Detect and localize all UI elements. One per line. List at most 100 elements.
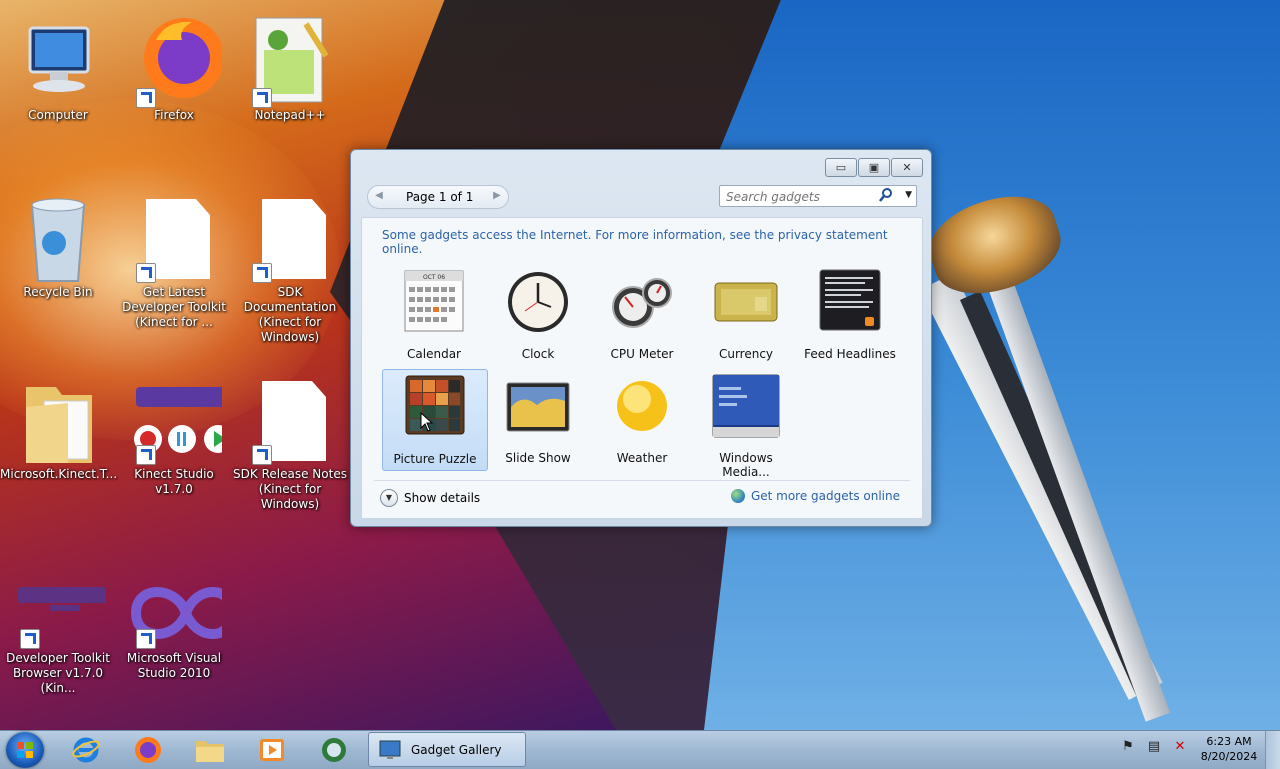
calendar-icon: OCT 06 xyxy=(404,270,464,332)
desktop-icon-sdk-release-notes[interactable]: SDK Release Notes (Kinect for Windows) xyxy=(232,377,348,512)
currency-icon xyxy=(714,282,778,322)
taskbar-pin-firefox[interactable] xyxy=(128,734,168,766)
next-page-icon[interactable]: ▶ xyxy=(490,189,504,203)
shortcut-arrow-icon xyxy=(136,88,156,108)
gadget-calendar[interactable]: OCT 06 Calendar xyxy=(382,265,486,365)
gadget-weather[interactable]: Weather xyxy=(590,369,694,469)
clock-time: 6:23 AM xyxy=(1206,735,1252,748)
recycle-bin-icon xyxy=(30,198,86,282)
desktop-icon-recycle-bin[interactable]: Recycle Bin xyxy=(0,195,116,300)
system-tray: ⚑ ▤ ✕ xyxy=(1120,739,1188,755)
search-options-dropdown-icon[interactable]: ▼ xyxy=(905,187,912,203)
search-box: ▼ xyxy=(719,185,917,207)
desktop-icon-label: Firefox xyxy=(154,108,194,122)
media-player-icon xyxy=(260,739,284,761)
taskbar-pin-internet-explorer[interactable] xyxy=(66,734,106,766)
desktop-icon-visual-studio[interactable]: Microsoft Visual Studio 2010 xyxy=(116,575,238,681)
page-navigator: ◀ Page 1 of 1 ▶ xyxy=(367,185,509,209)
shortcut-arrow-icon xyxy=(136,263,156,283)
show-details-toggle[interactable]: ▼ Show details xyxy=(380,489,480,507)
globe-icon xyxy=(730,489,745,503)
gadget-cpu-meter[interactable]: CPU Meter xyxy=(590,265,694,365)
desktop-icon-notepadpp[interactable]: Notepad++ xyxy=(232,10,348,123)
gadget-gallery-window[interactable]: ▭ ▣ ✕ ◀ Page 1 of 1 ▶ ▼ Some gadgets acc… xyxy=(350,149,932,527)
clock-date: 8/20/2024 xyxy=(1200,750,1258,763)
desktop-icon-label: Get Latest Developer Toolkit (Kinect for… xyxy=(122,285,226,329)
desktop-icon-label: SDK Documentation (Kinect for Windows) xyxy=(243,285,337,344)
desktop-icon-kinect-studio[interactable]: Kinect Studio v1.7.0 xyxy=(116,377,232,497)
desktop-icon-developer-toolkit-browser[interactable]: Developer Toolkit Browser v1.7.0 (Kin... xyxy=(0,575,118,696)
gadget-picture-puzzle[interactable]: Picture Puzzle xyxy=(382,369,488,471)
gadget-name: Feed Headlines xyxy=(804,347,896,361)
desktop-icon-label: Notepad++ xyxy=(254,108,326,122)
shortcut-arrow-icon xyxy=(136,445,156,465)
desktop-icon-label: Microsoft.Kinect.T... xyxy=(0,467,118,481)
show-desktop-button[interactable] xyxy=(1265,731,1280,769)
maximize-button[interactable]: ▣ xyxy=(858,158,890,177)
desktop-icon-label: Computer xyxy=(28,108,88,122)
gadget-name: Calendar xyxy=(407,347,461,361)
network-icon[interactable]: ▤ xyxy=(1146,739,1162,755)
gadget-name: Currency xyxy=(718,347,774,361)
gadget-name: Weather xyxy=(616,451,668,465)
search-icon[interactable] xyxy=(878,187,894,203)
get-more-gadgets-label: Get more gadgets online xyxy=(750,489,900,503)
get-more-gadgets-link[interactable]: Get more gadgets online xyxy=(730,489,900,503)
file-explorer-icon xyxy=(196,741,224,762)
gadget-feed-headlines[interactable]: Feed Headlines xyxy=(798,265,902,365)
gadget-list-panel: Some gadgets access the Internet. For mo… xyxy=(361,217,923,519)
computer-icon xyxy=(28,26,90,92)
taskbar: Gadget Gallery ⚑ ▤ ✕ 6:23 AM 8/20/2024 xyxy=(0,730,1280,769)
calendar-month-text: OCT 06 xyxy=(423,274,445,281)
desktop-icon-sdk-documentation[interactable]: SDK Documentation (Kinect for Windows) xyxy=(232,195,348,345)
shortcut-arrow-icon xyxy=(252,263,272,283)
gadget-name: Clock xyxy=(521,347,555,361)
taskbar-clock[interactable]: 6:23 AM 8/20/2024 xyxy=(1196,734,1262,764)
folder-icon xyxy=(26,387,92,463)
gadget-name: Picture Puzzle xyxy=(393,452,477,466)
desktop-icon-label: SDK Release Notes (Kinect for Windows) xyxy=(233,467,347,511)
close-button[interactable]: ✕ xyxy=(891,158,923,177)
taskbar-pin-media-player[interactable] xyxy=(252,734,292,766)
desktop-background: Computer Firefox Notepad++ Recycle Bin G… xyxy=(0,0,1280,730)
desktop-icon-firefox[interactable]: Firefox xyxy=(116,10,232,123)
privacy-notice-link[interactable]: Some gadgets access the Internet. For mo… xyxy=(382,228,922,256)
shortcut-arrow-icon xyxy=(136,629,156,649)
slide-show-icon xyxy=(506,382,570,432)
picture-puzzle-icon xyxy=(405,375,465,435)
desktop-icon-computer[interactable]: Computer xyxy=(0,20,116,123)
gadget-name: Windows Media... xyxy=(719,451,773,479)
taskbar-task-label: Gadget Gallery xyxy=(411,742,502,757)
flag-icon[interactable]: ⚑ xyxy=(1120,739,1136,755)
window-caption-buttons: ▭ ▣ ✕ xyxy=(825,158,923,177)
search-input[interactable] xyxy=(724,188,878,205)
gadget-slide-show[interactable]: Slide Show xyxy=(486,369,590,469)
shortcut-arrow-icon xyxy=(252,445,272,465)
internet-explorer-icon xyxy=(72,737,100,763)
taskbar-pin-file-explorer[interactable] xyxy=(190,734,230,766)
volume-muted-icon[interactable]: ✕ xyxy=(1172,739,1188,755)
firefox-icon xyxy=(135,737,161,763)
desktop-icon-label: Recycle Bin xyxy=(23,285,93,299)
desktop-icon-kinect-folder[interactable]: Microsoft.Kinect.T... xyxy=(0,377,118,482)
feed-headlines-icon xyxy=(819,269,881,331)
minimize-button[interactable]: ▭ xyxy=(825,158,857,177)
start-button[interactable] xyxy=(6,732,44,768)
shortcut-arrow-icon xyxy=(20,629,40,649)
desktop-icon-label: Kinect Studio v1.7.0 xyxy=(134,467,214,496)
gadget-windows-media[interactable]: Windows Media... xyxy=(694,369,798,479)
desktop-icon-get-latest-toolkit[interactable]: Get Latest Developer Toolkit (Kinect for… xyxy=(116,195,232,330)
gadget-gallery-icon xyxy=(379,740,401,759)
cpu-meter-icon xyxy=(612,278,672,328)
mouse-cursor-icon xyxy=(420,412,434,432)
show-details-label: Show details xyxy=(404,491,481,505)
taskbar-pin-kinect[interactable] xyxy=(314,734,354,766)
gadget-currency[interactable]: Currency xyxy=(694,265,798,365)
desktop-icon-label: Developer Toolkit Browser v1.7.0 (Kin... xyxy=(6,651,110,695)
taskbar-task-gadget-gallery[interactable]: Gadget Gallery xyxy=(368,732,526,767)
footer-divider xyxy=(374,480,910,481)
weather-icon xyxy=(617,381,667,431)
previous-page-icon[interactable]: ◀ xyxy=(372,189,386,203)
gallery-toolbar: ◀ Page 1 of 1 ▶ ▼ xyxy=(361,182,921,212)
gadget-clock[interactable]: Clock xyxy=(486,265,590,365)
